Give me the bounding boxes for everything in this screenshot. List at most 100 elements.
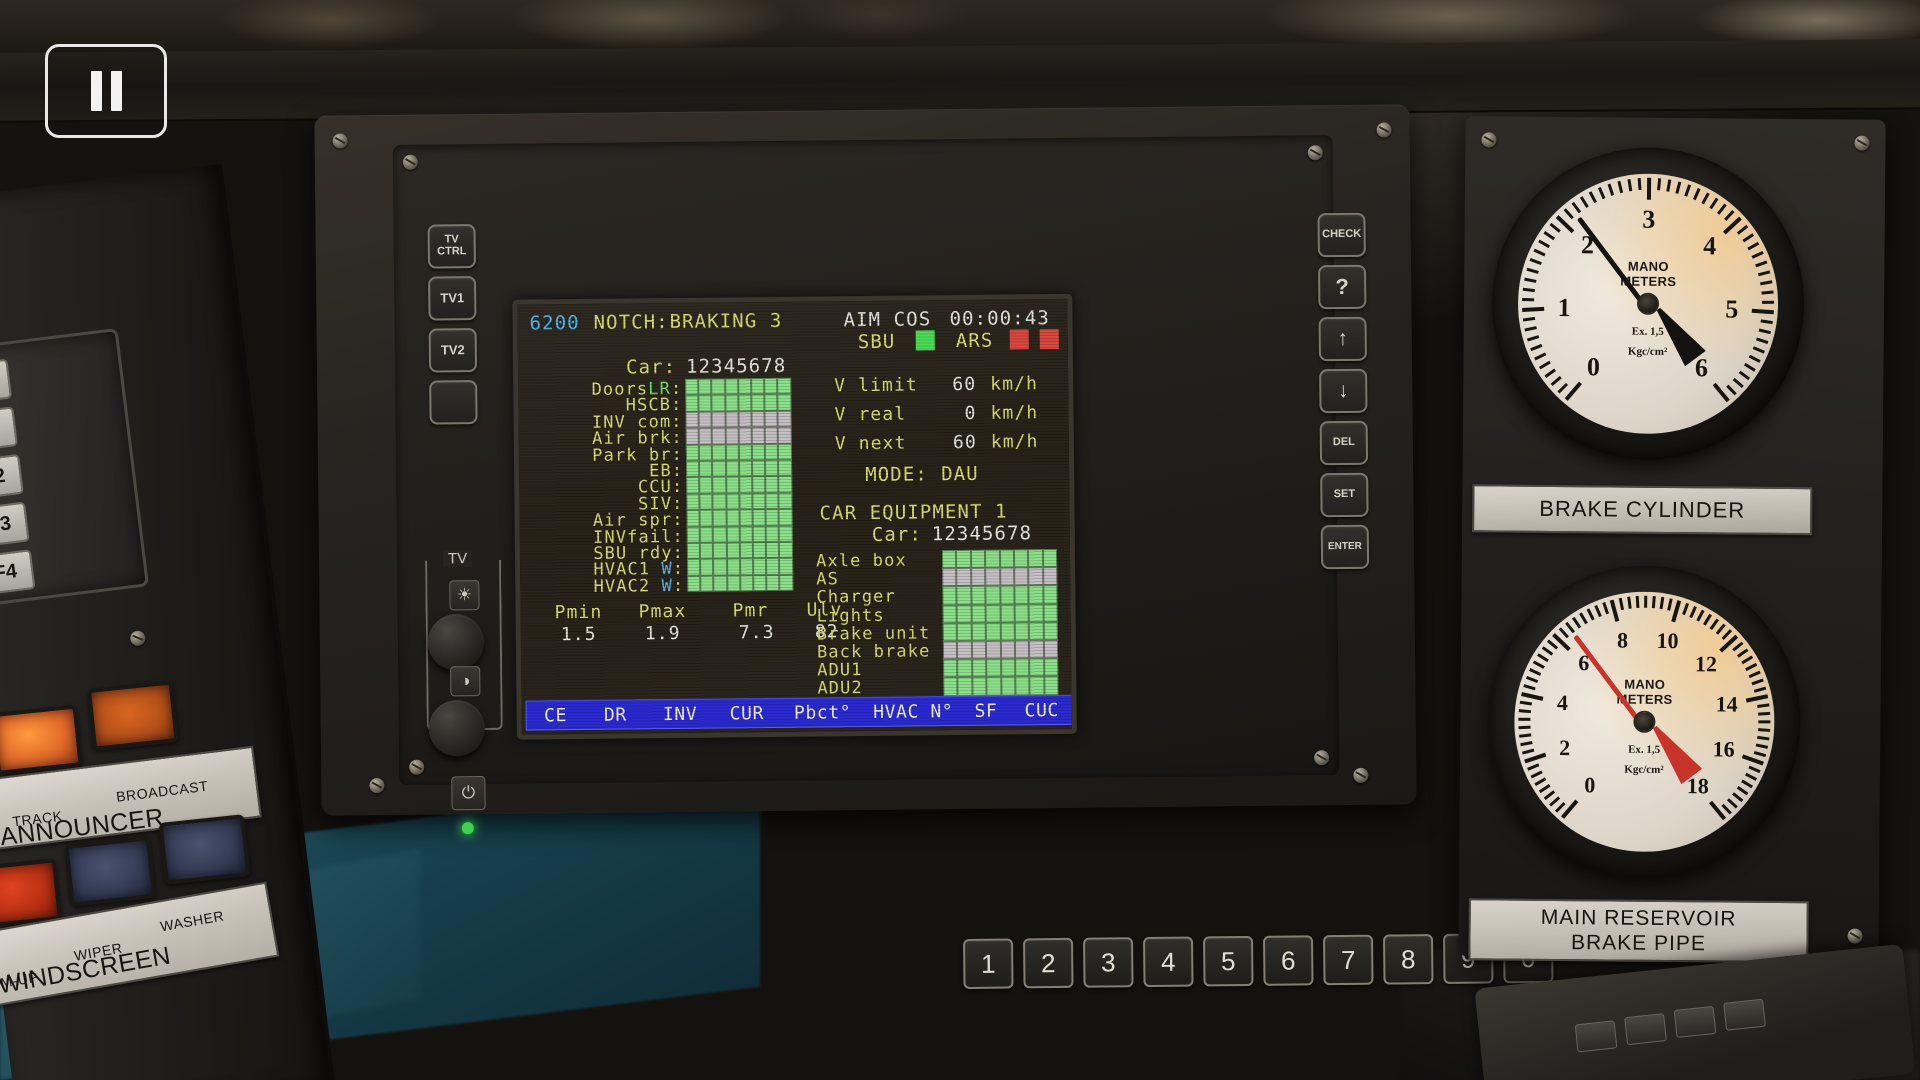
- status-cell: [686, 509, 700, 527]
- numeric-key-6[interactable]: 6: [1263, 935, 1314, 986]
- status-cell: [738, 394, 752, 412]
- status-cell: [686, 493, 700, 511]
- windscreen-wiper-lamp[interactable]: [64, 836, 157, 907]
- gauge-minor-tick: [1549, 796, 1561, 807]
- numeric-key-8[interactable]: 8: [1382, 934, 1434, 985]
- gauge-minor-tick: [1530, 770, 1543, 779]
- gauge-minor-tick: [1756, 337, 1769, 344]
- gauge-minor-tick: [1736, 224, 1748, 235]
- menu-item-hvacn[interactable]: HVAC N°: [865, 701, 961, 723]
- scroll-up-button[interactable]: ↑: [1318, 316, 1367, 362]
- status-cell: [711, 394, 726, 412]
- status-cell: [739, 542, 753, 559]
- set-button[interactable]: SET: [1320, 472, 1369, 518]
- enter-button[interactable]: ENTER: [1320, 524, 1370, 570]
- gauge-minor-tick: [1682, 602, 1689, 616]
- screw-icon: [1481, 132, 1497, 148]
- gauge-minor-tick: [1760, 280, 1773, 285]
- tv2-button[interactable]: TV2: [428, 328, 478, 373]
- gauge-minor-tick: [1607, 183, 1614, 196]
- help-label: ?: [1335, 274, 1350, 300]
- car-value: 12345678: [685, 354, 787, 378]
- gauge-minor-tick: [1571, 617, 1581, 629]
- car-label: Car:: [625, 355, 677, 379]
- device-key[interactable]: [1574, 1020, 1618, 1053]
- equipment-cell: [1029, 640, 1044, 659]
- device-key[interactable]: [1624, 1013, 1667, 1046]
- gauge-major-tick: [1609, 599, 1620, 622]
- scroll-down-button[interactable]: ↓: [1319, 368, 1368, 414]
- menu-item-cuc[interactable]: CUC: [1011, 699, 1072, 721]
- gauge-minor-tick: [1751, 678, 1764, 685]
- gauge-tick-label: 1: [1557, 292, 1571, 322]
- numeric-key-2[interactable]: 2: [1023, 937, 1074, 989]
- contrast-icon[interactable]: ◑: [450, 666, 481, 697]
- brightness-knob[interactable]: [427, 614, 485, 671]
- equipment-cell: [1043, 603, 1058, 622]
- equipment-cell: [943, 677, 958, 696]
- status-row-name: HVAC2: [593, 576, 651, 597]
- announcer-broadcast-lamp[interactable]: [86, 680, 179, 751]
- pause-button[interactable]: [45, 44, 167, 138]
- status-cell: [764, 394, 778, 411]
- menu-item-ce[interactable]: CE: [527, 704, 585, 726]
- announcer-track-lamp[interactable]: [0, 704, 83, 776]
- numeric-key-4[interactable]: 4: [1143, 936, 1194, 988]
- speed-value: 60: [952, 431, 977, 454]
- contrast-knob[interactable]: [428, 700, 486, 757]
- status-cell: [751, 394, 765, 411]
- numeric-key-5[interactable]: 5: [1203, 935, 1254, 987]
- menu-item-sf[interactable]: SF: [961, 700, 1011, 722]
- screen-menu-bar[interactable]: CE DR INV CUR Pbct° HVAC N° SF CUC: [525, 694, 1072, 731]
- tv-ctrl-button[interactable]: TV CTRL: [427, 224, 476, 269]
- brightness-icon[interactable]: ☀: [449, 580, 480, 611]
- numeric-key-7[interactable]: 7: [1323, 934, 1374, 986]
- gauge-hub: [1633, 710, 1656, 733]
- numeric-key-3[interactable]: 3: [1083, 937, 1134, 988]
- announcer-broadcast-label: BROADCAST: [115, 777, 210, 805]
- gauge-minor-tick: [1751, 251, 1764, 259]
- help-button[interactable]: ?: [1317, 264, 1367, 310]
- status-cell: [752, 492, 766, 510]
- ars-indicator-2: [1039, 328, 1059, 350]
- equipment-cell: [957, 659, 973, 678]
- tv1-button[interactable]: TV1: [428, 276, 477, 321]
- pressure-value: 1.5: [560, 623, 597, 646]
- menu-item-inv[interactable]: INV: [646, 703, 714, 725]
- gauge-minor-tick: [1579, 196, 1589, 208]
- status-cell: [686, 477, 700, 494]
- car-equipment-title: CAR EQUIPMENT 1: [819, 500, 1008, 525]
- speed-unit: km/h: [990, 373, 1039, 395]
- blank-button[interactable]: [429, 380, 478, 425]
- gauge-minor-tick: [1667, 598, 1673, 611]
- fn-key-0[interactable]: c: [0, 358, 13, 406]
- equipment-cell: [970, 549, 986, 569]
- fn-key-2[interactable]: F2: [0, 453, 24, 501]
- numeric-key-1[interactable]: 1: [963, 938, 1014, 990]
- device-key[interactable]: [1723, 998, 1766, 1031]
- menu-item-pbct[interactable]: Pbct°: [780, 702, 866, 724]
- gauge-brand-line1: MANO: [1627, 258, 1669, 274]
- screw-icon: [1376, 122, 1392, 138]
- menu-item-dr[interactable]: DR: [584, 704, 646, 726]
- screw-icon: [1854, 135, 1870, 151]
- gauge-minor-tick: [1529, 258, 1542, 266]
- menu-item-cur[interactable]: CUR: [714, 702, 780, 724]
- status-cell: [779, 541, 793, 559]
- power-button[interactable]: ⏻: [451, 775, 486, 811]
- gauge-tick-label: 3: [1642, 204, 1656, 234]
- main-reservoir-gauge-bezel: 0 2 4 6 8 10 12 14 16 18 MANO METERS Ex. 1,5 Kgc/cm²: [1487, 564, 1802, 880]
- fn-key-4[interactable]: F4: [0, 549, 36, 596]
- gauge-minor-tick: [1657, 178, 1661, 191]
- fn-key-3[interactable]: F3: [0, 501, 30, 549]
- windscreen-washer-lamp[interactable]: [158, 814, 251, 885]
- gauge-minor-tick: [1758, 720, 1771, 723]
- gauge-minor-tick: [1602, 602, 1609, 615]
- check-button[interactable]: CHECK: [1317, 212, 1366, 258]
- device-key[interactable]: [1673, 1005, 1717, 1038]
- gauge-minor-tick: [1563, 208, 1574, 220]
- equipment-cell: [1000, 676, 1016, 696]
- fn-key-1[interactable]: 1: [0, 406, 18, 453]
- del-button[interactable]: DEL: [1319, 420, 1369, 466]
- status-cell: [764, 377, 778, 395]
